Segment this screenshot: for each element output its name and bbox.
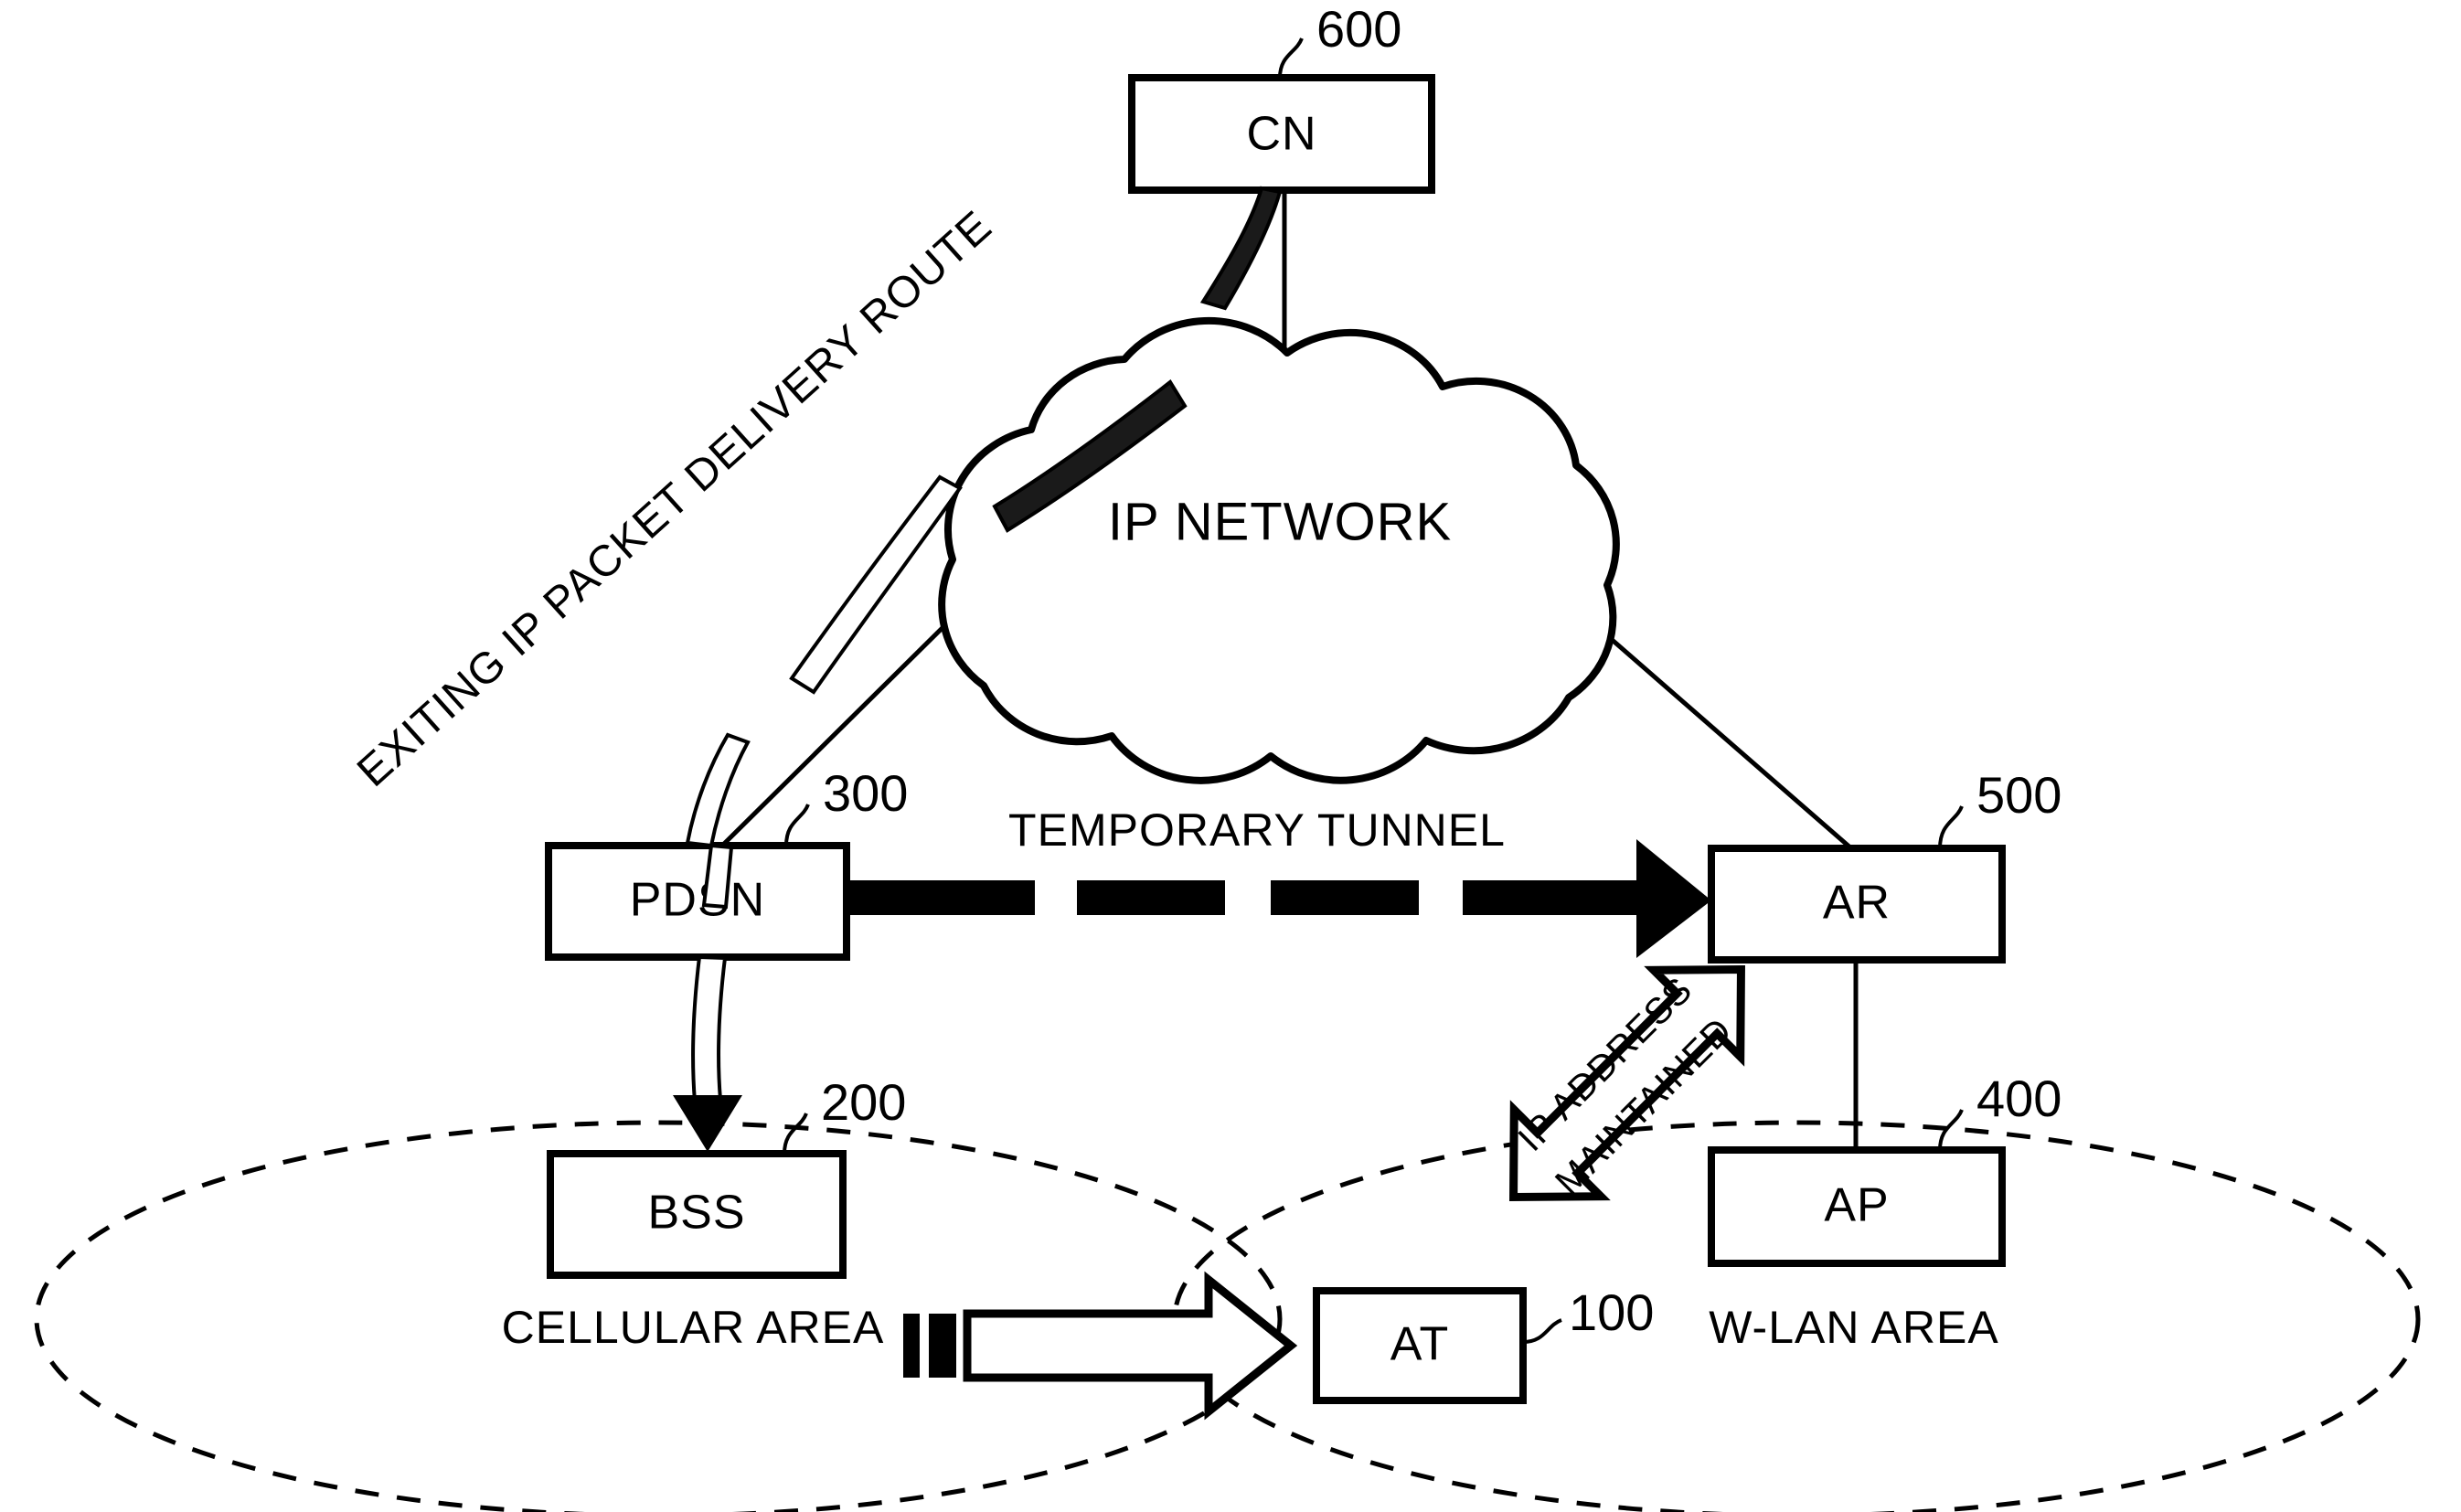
pdsn-to-bss-arrowhead (673, 1095, 742, 1152)
tunnel-dash-1 (847, 880, 1035, 915)
node-label-cn: CN (1246, 108, 1316, 161)
leader-at (1522, 1318, 1562, 1344)
patent-figure: IP NETWORK CN PDSN AR BSS AP AT 600 300 … (0, 0, 2461, 1512)
ref-num-ap: 400 (1976, 1070, 2061, 1127)
leader-ar (1938, 805, 1964, 849)
pdsn-to-bss-arrow-shaft (690, 954, 728, 1104)
leader-bss (783, 1113, 808, 1155)
leader-cn (1278, 37, 1304, 79)
node-label-ar: AR (1823, 877, 1891, 930)
tunnel-dash-4 (1463, 880, 1636, 915)
ref-num-bss: 200 (821, 1073, 906, 1131)
wlan-area-label: W-LAN AREA (1709, 1302, 1999, 1353)
ref-num-pdsn: 300 (823, 764, 908, 822)
at-movement-arrow (963, 1271, 1298, 1421)
node-label-ap: AP (1824, 1179, 1889, 1232)
cloud-label: IP NETWORK (1108, 492, 1452, 551)
motion-tick-2 (929, 1314, 956, 1378)
node-label-pdsn: PDSN (630, 874, 765, 927)
exit-route-segment-1 (1199, 186, 1283, 311)
motion-tick-1 (903, 1314, 920, 1378)
ref-num-at: 100 (1569, 1283, 1654, 1341)
node-label-bss: BSS (647, 1187, 745, 1240)
temporary-tunnel-label: TEMPORARY TUNNEL (1008, 804, 1506, 856)
tunnel-dash-3 (1271, 880, 1419, 915)
exit-route-segment-3 (789, 474, 963, 695)
exiting-route-label: EXITING IP PACKET DELIVERY ROUTE (348, 202, 1001, 796)
node-label-at: AT (1390, 1318, 1450, 1371)
cellular-area-label: CELLULAR AREA (502, 1302, 885, 1353)
ref-num-cn: 600 (1316, 0, 1401, 58)
tunnel-arrowhead (1636, 839, 1711, 958)
leader-pdsn (784, 804, 810, 847)
ref-num-ar: 500 (1976, 766, 2061, 824)
tunnel-dash-2 (1077, 880, 1225, 915)
